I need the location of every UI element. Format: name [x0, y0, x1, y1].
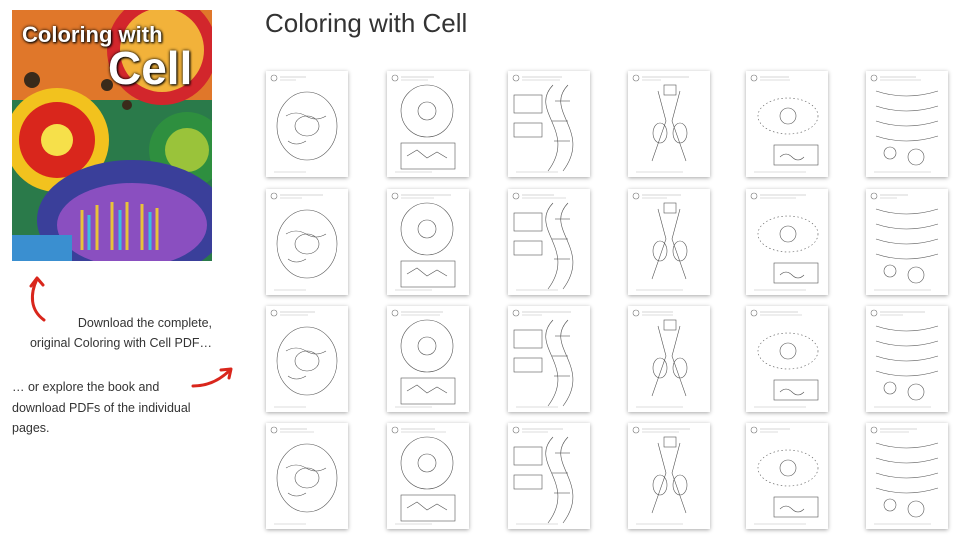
- page-thumbnail[interactable]: [746, 423, 828, 529]
- page-thumbnail[interactable]: [387, 71, 469, 177]
- line-art-drawing: [270, 74, 338, 173]
- page-thumbnail[interactable]: [387, 306, 469, 412]
- line-art-drawing: [750, 426, 819, 525]
- explore-line-1: … or explore the book and: [12, 380, 160, 394]
- page-thumbnail[interactable]: [746, 306, 828, 412]
- page-thumbnail[interactable]: [266, 423, 348, 529]
- download-complete-pdf-link[interactable]: Download the complete, original Coloring…: [12, 313, 212, 353]
- page-thumbnail[interactable]: [266, 71, 348, 177]
- page-thumbnail[interactable]: [508, 306, 590, 412]
- page-thumbnail[interactable]: [866, 423, 948, 529]
- line-art-drawing: [750, 74, 819, 173]
- download-line-2: original Coloring with Cell PDF…: [29, 336, 212, 350]
- page-thumbnail[interactable]: [387, 423, 469, 529]
- line-art-drawing: [632, 74, 689, 173]
- line-art-drawing: [391, 74, 456, 173]
- cover-title: Coloring with Cell: [22, 24, 193, 94]
- page-thumbnail[interactable]: [866, 306, 948, 412]
- line-art-drawing: [270, 192, 338, 291]
- page-thumbnail[interactable]: [508, 423, 590, 529]
- coloring-book-cover[interactable]: Coloring with Cell: [12, 10, 212, 261]
- download-line-1: Download the complete,: [77, 316, 212, 330]
- line-art-drawing: [270, 309, 338, 408]
- page-thumbnail[interactable]: [266, 306, 348, 412]
- line-art-drawing: [512, 192, 574, 291]
- page-thumbnail[interactable]: [266, 189, 348, 295]
- line-art-drawing: [870, 192, 939, 291]
- line-art-drawing: [632, 192, 688, 291]
- line-art-drawing: [512, 309, 574, 408]
- cover-title-line2: Cell: [108, 42, 193, 94]
- line-art-drawing: [632, 309, 688, 408]
- page-thumbnail[interactable]: [866, 71, 948, 177]
- line-art-drawing: [750, 309, 819, 408]
- line-art-drawing: [870, 309, 939, 408]
- page-thumbnail[interactable]: [628, 306, 710, 412]
- page-thumbnail[interactable]: [387, 189, 469, 295]
- line-art-drawing: [391, 192, 456, 291]
- page-thumbnail[interactable]: [628, 71, 710, 177]
- page-thumbnail[interactable]: [628, 423, 710, 529]
- page-title: Coloring with Cell: [265, 8, 468, 38]
- line-art-drawing: [391, 426, 456, 525]
- page-thumbnail[interactable]: [508, 71, 590, 177]
- line-art-drawing: [870, 74, 939, 173]
- line-art-drawing: [512, 426, 574, 525]
- line-art-drawing: [632, 426, 690, 525]
- page-thumbnail[interactable]: [866, 189, 948, 295]
- explore-line-2: download PDFs of the individual: [12, 400, 191, 415]
- page-thumbnail[interactable]: [628, 189, 710, 295]
- page-thumbnail[interactable]: [508, 189, 590, 295]
- line-art-drawing: [750, 192, 819, 291]
- line-art-drawing: [270, 426, 338, 525]
- explore-line-3: pages.: [12, 421, 50, 435]
- explore-book-text: … or explore the book and download PDFs …: [12, 377, 212, 439]
- line-art-drawing: [870, 426, 939, 525]
- line-art-drawing: [391, 309, 456, 408]
- line-art-drawing: [512, 74, 574, 173]
- page-thumbnail[interactable]: [746, 71, 828, 177]
- page-thumbnail[interactable]: [746, 189, 828, 295]
